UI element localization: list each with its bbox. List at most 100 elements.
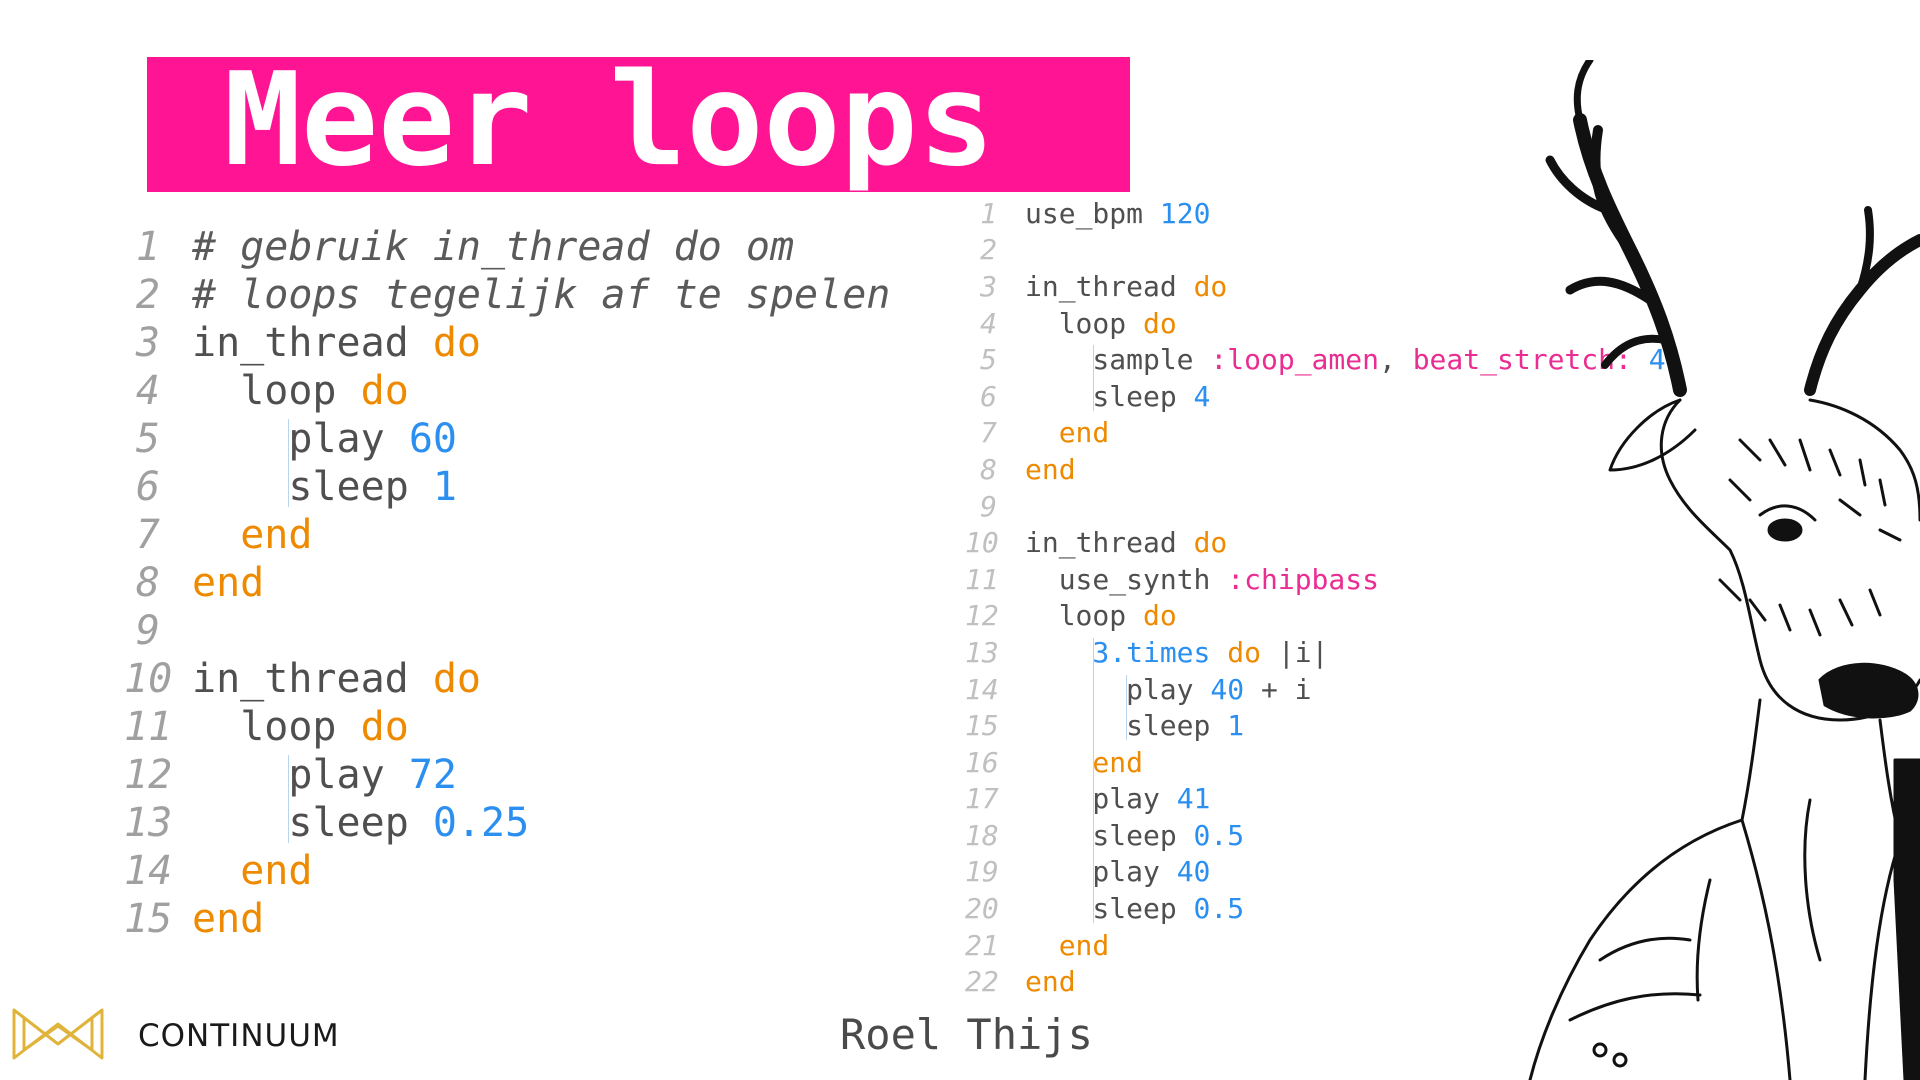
code-line: 1 # gebruik in_thread do om [136, 223, 890, 271]
code-token: loop [1058, 306, 1143, 340]
code-token: end [240, 512, 313, 558]
code-line: 9 [136, 607, 890, 655]
code-token: # loops tegelijk af te spelen [192, 272, 891, 318]
line-number: 9 [980, 489, 997, 523]
line-number: 8 [980, 452, 997, 486]
line-number: 8 [135, 560, 160, 606]
code-token: in_thread [1025, 526, 1194, 560]
code-line: 7 end [136, 511, 890, 559]
line-number: 2 [980, 233, 997, 267]
code-token: sleep [1092, 892, 1194, 926]
line-number: 10 [965, 526, 999, 560]
code-token: 1 [432, 464, 457, 510]
code-token: end [1092, 745, 1143, 779]
code-token: do [360, 704, 409, 750]
code-line: 2 # loops tegelijk af te spelen [136, 271, 891, 319]
continuum-logo-icon [12, 1008, 104, 1060]
code-token: sample [1092, 343, 1211, 377]
line-number: 13 [124, 800, 173, 846]
code-token: in_thread [192, 656, 433, 702]
line-number: 15 [965, 709, 999, 743]
code-token: sleep [288, 800, 433, 846]
line-number: 1 [980, 196, 997, 230]
line-number: 12 [965, 599, 999, 633]
line-number: 19 [965, 855, 999, 889]
code-token: loop [240, 704, 361, 750]
line-number: 5 [980, 343, 997, 377]
line-number: 12 [124, 752, 173, 798]
line-number: 18 [965, 818, 999, 852]
code-token: 1 [1227, 709, 1245, 743]
code-token: 41 [1176, 782, 1211, 816]
code-token: sleep [1092, 379, 1194, 413]
code-token: play [288, 416, 409, 462]
deer-in-suit-illustration [1528, 60, 1920, 1080]
line-number: 14 [965, 672, 999, 706]
code-line: 12 play 72 [124, 751, 890, 799]
line-number: 4 [980, 306, 997, 340]
code-token: end [1058, 416, 1110, 450]
code-line: 13 sleep 0.25 [124, 799, 890, 847]
code-token: play [1092, 782, 1177, 816]
line-number: 3 [135, 320, 160, 366]
code-token: do [1142, 306, 1177, 340]
code-line: 5 play 60 [136, 415, 890, 463]
line-number: 7 [980, 416, 997, 450]
code-token: do [432, 320, 481, 366]
line-number: 9 [135, 608, 160, 654]
code-token: 40 [1176, 855, 1211, 889]
line-number: 11 [965, 562, 999, 596]
code-line: 4 loop do [136, 367, 890, 415]
code-token: , [1378, 343, 1413, 377]
line-number: 11 [124, 704, 173, 750]
code-token: use_synth [1058, 562, 1228, 596]
code-line: 6 sleep 1 [136, 463, 890, 511]
indent-guide [288, 755, 290, 843]
brand-name: CONTINUUM [138, 1018, 340, 1054]
code-token: sleep [1126, 709, 1228, 743]
code-token: do [1227, 635, 1261, 669]
code-token: end [192, 560, 265, 606]
code-token: use_bpm [1025, 196, 1160, 230]
indent-guide [1092, 345, 1094, 411]
code-token: + i [1244, 672, 1312, 706]
code-token: end [1025, 452, 1076, 486]
line-number: 5 [135, 416, 160, 462]
code-token: do [1193, 269, 1228, 303]
code-token: 40 [1210, 672, 1245, 706]
line-number: 17 [965, 782, 999, 816]
indent-guide [1126, 674, 1128, 740]
code-token: do [1193, 526, 1228, 560]
code-token: 0.25 [432, 800, 530, 846]
code-token: |i| [1260, 635, 1329, 669]
code-token: in_thread [1025, 269, 1194, 303]
code-token: end [240, 848, 313, 894]
code-token: sleep [288, 464, 433, 510]
code-token: 0.5 [1193, 818, 1245, 852]
line-number: 10 [124, 656, 173, 702]
code-token: loop [240, 368, 361, 414]
code-token: # gebruik in_thread do om [192, 224, 795, 270]
line-number: 15 [124, 896, 173, 942]
code-token: play [1092, 855, 1177, 889]
code-token: play [1126, 672, 1211, 706]
code-token: do [1142, 599, 1177, 633]
code-token: do [360, 368, 409, 414]
code-line: 3 in_thread do [136, 319, 890, 367]
line-number: 22 [965, 965, 999, 999]
code-token: do [432, 656, 481, 702]
code-line: 11 loop do [124, 703, 890, 751]
author-name: Roel Thijs [840, 1010, 1093, 1059]
indent-guide [1092, 638, 1094, 923]
code-token: 72 [408, 752, 457, 798]
line-number: 7 [135, 512, 160, 558]
line-number: 13 [965, 635, 999, 669]
line-number: 2 [135, 272, 160, 318]
code-token: :loop_amen [1210, 343, 1379, 377]
title-banner: Meer loops [147, 53, 1130, 192]
code-token: 60 [408, 416, 457, 462]
line-number: 20 [965, 892, 999, 926]
line-number: 4 [135, 368, 160, 414]
code-token: 120 [1159, 196, 1211, 230]
